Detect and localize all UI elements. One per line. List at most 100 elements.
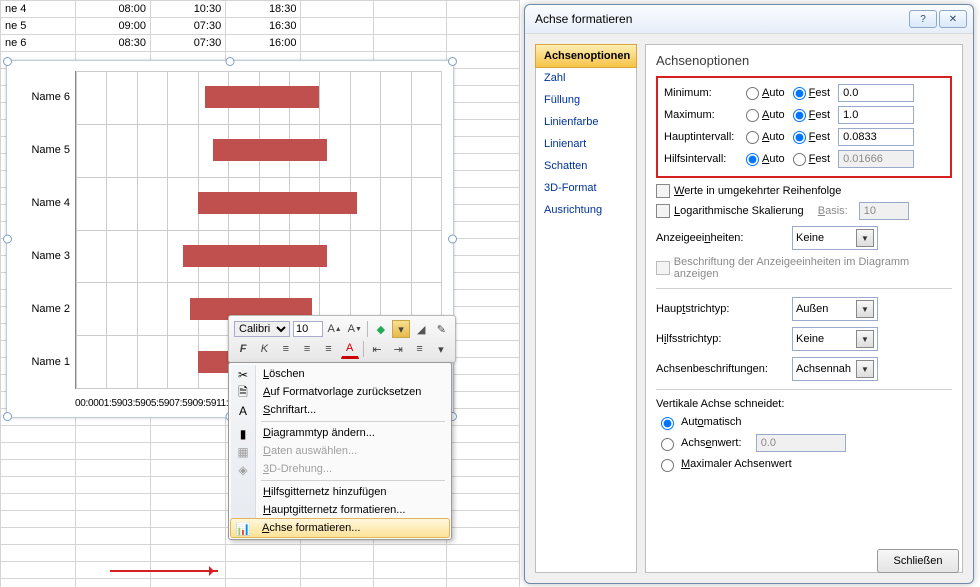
cell[interactable] (150, 477, 225, 494)
cell[interactable] (447, 52, 520, 69)
shrink-font-icon[interactable]: A▼ (346, 320, 363, 338)
resize-handle[interactable] (448, 235, 457, 244)
cell[interactable] (1, 545, 76, 562)
cell[interactable] (447, 205, 520, 222)
menu-item[interactable]: ▮Diagrammtyp ändern... (231, 424, 449, 442)
resize-handle[interactable] (226, 57, 235, 66)
cell[interactable]: 10:30 (150, 1, 225, 18)
cell[interactable] (75, 494, 150, 511)
cell[interactable] (226, 579, 301, 587)
resize-handle[interactable] (3, 235, 12, 244)
fest-radio[interactable]: Fest (793, 153, 830, 166)
cell[interactable] (150, 579, 225, 587)
menu-item[interactable]: Hilfsgitternetz hinzufügen (231, 483, 449, 501)
cell[interactable] (75, 460, 150, 477)
cell[interactable]: 09:00 (75, 18, 150, 35)
cell[interactable] (1, 562, 76, 579)
cell[interactable] (447, 341, 520, 358)
auto-radio[interactable]: Auto (746, 131, 785, 144)
cell[interactable]: 18:30 (226, 1, 301, 18)
italic-button[interactable]: K (255, 340, 273, 358)
log-scale-checkbox[interactable]: Logarithmische Skalierung Basis: 10 (656, 202, 952, 220)
cell[interactable] (301, 35, 374, 52)
fest-radio[interactable]: Fest (793, 109, 830, 122)
cell[interactable] (150, 494, 225, 511)
resize-handle[interactable] (3, 57, 12, 66)
cell[interactable] (374, 579, 447, 587)
resize-handle[interactable] (448, 57, 457, 66)
chevron-down-icon[interactable]: ▼ (856, 360, 874, 378)
cell[interactable] (447, 35, 520, 52)
cell[interactable] (301, 1, 374, 18)
cell[interactable] (75, 579, 150, 587)
close-window-button[interactable]: ✕ (939, 10, 967, 28)
font-size-input[interactable] (293, 321, 323, 337)
fill-icon[interactable]: ▾ (392, 320, 409, 338)
chart-bar[interactable] (213, 139, 327, 161)
cell[interactable] (1, 579, 76, 587)
cell[interactable] (150, 511, 225, 528)
cell[interactable] (447, 358, 520, 375)
outline-icon[interactable]: ◢ (413, 320, 430, 338)
cell[interactable] (447, 103, 520, 120)
more-icon[interactable]: ▾ (432, 340, 450, 358)
cell[interactable] (447, 307, 520, 324)
cell[interactable] (301, 18, 374, 35)
cell[interactable] (1, 460, 76, 477)
cell[interactable] (226, 545, 301, 562)
decrease-indent-icon[interactable]: ⇤ (368, 340, 386, 358)
fest-radio[interactable]: Fest (793, 131, 830, 144)
cell[interactable] (150, 443, 225, 460)
cell[interactable] (75, 426, 150, 443)
cell[interactable] (374, 35, 447, 52)
cell[interactable] (1, 511, 76, 528)
side-tab[interactable]: Füllung (536, 89, 636, 111)
menu-item[interactable]: 📊Achse formatieren... (230, 518, 450, 538)
cell[interactable] (447, 324, 520, 341)
cell[interactable]: 16:00 (226, 35, 301, 52)
cell[interactable] (226, 562, 301, 579)
chart-bar[interactable] (198, 192, 358, 214)
axis-labels-combo[interactable]: Achsennah ▼ (792, 357, 878, 381)
cell[interactable]: 08:30 (75, 35, 150, 52)
cell[interactable]: 07:30 (150, 35, 225, 52)
align-left-icon[interactable]: ≡ (277, 340, 295, 358)
side-tab[interactable]: Zahl (536, 67, 636, 89)
cell[interactable] (301, 562, 374, 579)
side-tab[interactable]: Linienart (536, 133, 636, 155)
reverse-values-checkbox[interactable]: Werte in umgekehrter Reihenfolge (656, 184, 952, 198)
cell[interactable] (447, 545, 520, 562)
row-label[interactable]: ne 5 (1, 18, 76, 35)
cell[interactable] (447, 562, 520, 579)
cell[interactable] (447, 494, 520, 511)
cell[interactable] (150, 460, 225, 477)
row-label[interactable]: ne 6 (1, 35, 76, 52)
chevron-down-icon[interactable]: ▼ (856, 300, 874, 318)
menu-item[interactable]: Hauptgitternetz formatieren... (231, 501, 449, 519)
cell[interactable] (75, 443, 150, 460)
cell[interactable] (447, 137, 520, 154)
cell[interactable] (447, 120, 520, 137)
align-center-icon[interactable]: ≡ (298, 340, 316, 358)
cell[interactable] (447, 18, 520, 35)
resize-handle[interactable] (3, 412, 12, 421)
cell[interactable] (447, 86, 520, 103)
cell[interactable] (1, 443, 76, 460)
option-value-input[interactable] (838, 84, 914, 102)
cell[interactable] (1, 426, 76, 443)
option-value-input[interactable] (838, 106, 914, 124)
cell[interactable]: 08:00 (75, 1, 150, 18)
side-tab[interactable]: Ausrichtung (536, 199, 636, 221)
auto-radio[interactable]: Auto (746, 109, 785, 122)
increase-indent-icon[interactable]: ⇥ (389, 340, 407, 358)
chart-style-icon[interactable]: ◆ (372, 320, 389, 338)
cell[interactable] (150, 528, 225, 545)
grow-font-icon[interactable]: A▲ (326, 320, 343, 338)
cell[interactable] (150, 545, 225, 562)
align-right-icon[interactable]: ≡ (319, 340, 337, 358)
cell[interactable] (447, 443, 520, 460)
bullets-icon[interactable]: ≡ (410, 340, 428, 358)
cell[interactable] (447, 222, 520, 239)
cell[interactable] (374, 562, 447, 579)
cell[interactable] (301, 545, 374, 562)
